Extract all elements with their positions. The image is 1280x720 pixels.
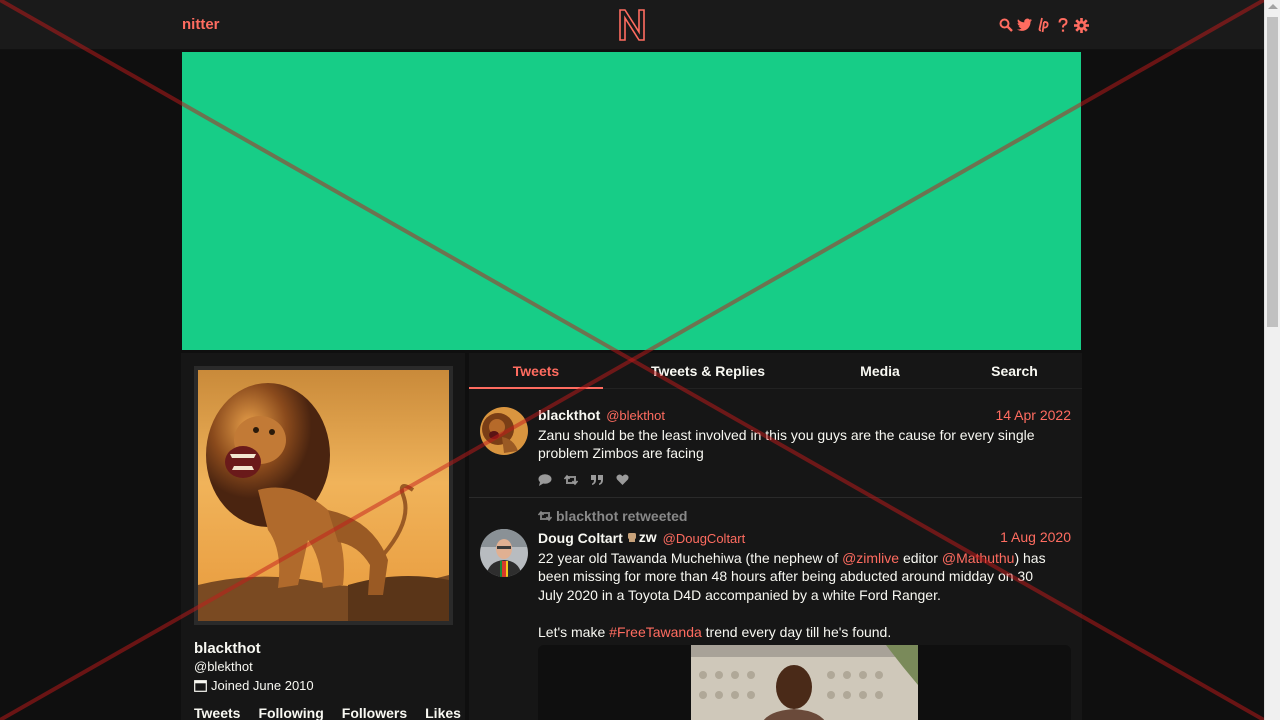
stat-followers[interactable]: Followers: [342, 705, 407, 720]
stat-likes[interactable]: Likes: [425, 705, 461, 720]
tweet-avatar[interactable]: [480, 407, 528, 455]
profile-card: blackthot @blekthot Joined June 2010 Twe…: [181, 353, 465, 720]
stat-following[interactable]: Following: [258, 705, 323, 720]
liberapay-icon[interactable]: [1036, 16, 1051, 34]
tweet-fullname[interactable]: Doug Coltart: [538, 530, 623, 546]
fist-icon: [627, 533, 636, 542]
comment-icon[interactable]: [538, 473, 552, 491]
joined-text: Joined June 2010: [211, 678, 314, 693]
tab-search[interactable]: Search: [947, 353, 1082, 389]
mention-link[interactable]: @Mathuthu: [942, 550, 1015, 566]
tweet-date[interactable]: 1 Aug 2020: [1000, 529, 1071, 545]
tweet-flag: zw: [627, 529, 657, 545]
tab-tweets-replies[interactable]: Tweets & Replies: [603, 353, 813, 389]
profile-banner[interactable]: [181, 51, 1082, 351]
brand-link[interactable]: nitter: [182, 16, 220, 33]
profile-fullname[interactable]: blackthot: [194, 640, 261, 657]
retweet-header: blackthot retweeted: [538, 508, 687, 524]
page-scrollbar[interactable]: [1264, 0, 1280, 720]
tab-tweets[interactable]: Tweets: [469, 353, 603, 389]
timeline-tabs: Tweets Tweets & Replies Media Search: [469, 353, 1082, 389]
retweet-icon[interactable]: [563, 473, 579, 491]
tweet-header: blackthot @blekthot: [538, 407, 665, 423]
nav-icons: [998, 16, 1089, 34]
timeline-item[interactable]: blackthot retweeted Doug Coltart zw @Dou…: [469, 499, 1082, 720]
quote-icon[interactable]: [590, 473, 604, 491]
twitter-icon[interactable]: [1017, 16, 1032, 34]
tweet-username[interactable]: @DougColtart: [663, 531, 746, 546]
timeline: Tweets Tweets & Replies Media Search bla…: [469, 353, 1082, 720]
profile-joindate: Joined June 2010: [194, 678, 314, 693]
tweet-content: Zanu should be the least involved in thi…: [538, 427, 1035, 462]
retweet-icon: [538, 510, 552, 522]
tweet-media[interactable]: [538, 645, 1071, 720]
help-icon[interactable]: [1055, 16, 1070, 34]
profile-stats: Tweets Following Followers Likes: [194, 705, 461, 720]
top-navbar: nitter: [0, 0, 1264, 50]
scroll-up-arrow-icon[interactable]: [1268, 4, 1278, 9]
tweet-fullname[interactable]: blackthot: [538, 407, 600, 423]
hashtag-link[interactable]: #FreeTawanda: [609, 624, 702, 640]
nitter-logo[interactable]: [617, 8, 647, 42]
lion-avatar-image: [198, 370, 449, 621]
tab-media[interactable]: Media: [813, 353, 947, 389]
settings-icon[interactable]: [1074, 16, 1089, 34]
profile-username[interactable]: @blekthot: [194, 659, 253, 674]
search-icon[interactable]: [998, 16, 1013, 34]
scroll-thumb[interactable]: [1267, 17, 1278, 327]
mention-link[interactable]: @zimlive: [842, 550, 899, 566]
tweet-content: 22 year old Tawanda Muchehiwa (the nephe…: [538, 550, 1046, 640]
tweet-avatar[interactable]: [480, 529, 528, 577]
tweet-photo[interactable]: [691, 645, 918, 720]
stat-tweets[interactable]: Tweets: [194, 705, 240, 720]
timeline-item[interactable]: blackthot @blekthot 14 Apr 2022 Zanu sho…: [469, 397, 1082, 498]
calendar-icon: [194, 680, 207, 692]
tweet-username[interactable]: @blekthot: [606, 408, 665, 423]
tweet-date[interactable]: 14 Apr 2022: [995, 407, 1071, 423]
heart-icon[interactable]: [616, 473, 629, 491]
tweet-stats: [538, 473, 629, 491]
retweet-label: blackthot retweeted: [556, 508, 688, 524]
profile-avatar[interactable]: [194, 366, 453, 625]
tweet-header: Doug Coltart zw @DougColtart: [538, 529, 745, 546]
